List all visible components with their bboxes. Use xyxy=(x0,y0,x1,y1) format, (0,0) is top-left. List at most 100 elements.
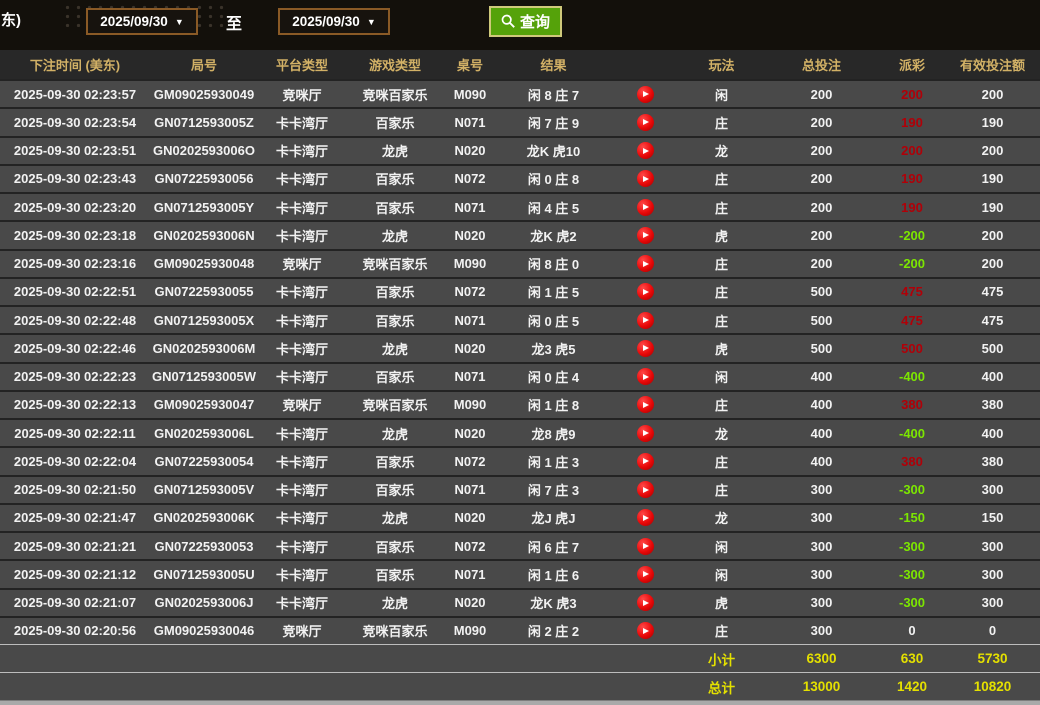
query-button[interactable]: 查询 xyxy=(489,6,562,37)
play-icon xyxy=(643,345,649,351)
play-icon xyxy=(643,232,649,238)
replay-cell xyxy=(611,340,679,357)
table-no-cell: N072 xyxy=(444,284,496,299)
replay-play-button[interactable] xyxy=(637,368,654,385)
table-row: 2025-09-30 02:23:57 GM09025930049 竞咪厅 竞咪… xyxy=(0,79,1040,107)
bottom-scroll-strip[interactable] xyxy=(0,700,1040,705)
play-type-cell: 虎 xyxy=(679,339,764,358)
table-row: 2025-09-30 02:22:11 GN0202593006L 卡卡湾厅 龙… xyxy=(0,418,1040,446)
bet-time-cell: 2025-09-30 02:22:11 xyxy=(0,426,150,441)
replay-play-button[interactable] xyxy=(637,114,654,131)
table-row: 2025-09-30 02:21:47 GN0202593006K 卡卡湾厅 龙… xyxy=(0,503,1040,531)
platform-cell: 卡卡湾厅 xyxy=(258,113,346,132)
query-toolbar: 东) 2025/09/30 ▼ 至 2025/09/30 ▼ 查询 xyxy=(0,0,1040,50)
table-row: 2025-09-30 02:22:04 GN07225930054 卡卡湾厅 百… xyxy=(0,446,1040,474)
replay-play-button[interactable] xyxy=(637,199,654,216)
replay-play-button[interactable] xyxy=(637,622,654,639)
table-no-cell: N071 xyxy=(444,313,496,328)
table-no-cell: N071 xyxy=(444,567,496,582)
replay-play-button[interactable] xyxy=(637,566,654,583)
date-from-value: 2025/09/30 xyxy=(100,14,168,29)
replay-play-button[interactable] xyxy=(637,170,654,187)
table-no-cell: N072 xyxy=(444,539,496,554)
subtotal-label: 小计 xyxy=(679,649,764,669)
round-id-cell: GM09025930049 xyxy=(150,87,258,102)
play-type-cell: 闲 xyxy=(679,565,764,584)
replay-cell xyxy=(611,509,679,526)
total-bet-cell: 400 xyxy=(764,426,879,441)
total-bet-cell: 200 xyxy=(764,87,879,102)
game-type-cell: 百家乐 xyxy=(346,480,444,499)
bet-time-cell: 2025-09-30 02:21:07 xyxy=(0,595,150,610)
replay-play-button[interactable] xyxy=(637,396,654,413)
table-no-cell: M090 xyxy=(444,87,496,102)
result-cell: 闲 1 庄 8 xyxy=(496,395,611,414)
table-no-cell: N072 xyxy=(444,171,496,186)
valid-bet-cell: 200 xyxy=(945,228,1040,243)
round-id-cell: GN0712593005U xyxy=(150,567,258,582)
payout-cell: -300 xyxy=(879,567,945,582)
round-id-cell: GN0202593006M xyxy=(150,341,258,356)
platform-cell: 卡卡湾厅 xyxy=(258,198,346,217)
table-no-cell: N071 xyxy=(444,482,496,497)
bet-time-cell: 2025-09-30 02:22:13 xyxy=(0,397,150,412)
payout-cell: 190 xyxy=(879,171,945,186)
result-cell: 龙K 虎2 xyxy=(496,226,611,245)
valid-bet-cell: 300 xyxy=(945,567,1040,582)
valid-bet-cell: 400 xyxy=(945,426,1040,441)
replay-play-button[interactable] xyxy=(637,453,654,470)
replay-play-button[interactable] xyxy=(637,86,654,103)
play-type-cell: 庄 xyxy=(679,311,764,330)
result-cell: 闲 4 庄 5 xyxy=(496,198,611,217)
result-cell: 闲 6 庄 7 xyxy=(496,537,611,556)
payout-cell: -400 xyxy=(879,426,945,441)
valid-bet-cell: 300 xyxy=(945,595,1040,610)
bet-time-cell: 2025-09-30 02:23:43 xyxy=(0,171,150,186)
valid-bet-cell: 475 xyxy=(945,284,1040,299)
replay-play-button[interactable] xyxy=(637,425,654,442)
replay-play-button[interactable] xyxy=(637,255,654,272)
table-no-cell: N020 xyxy=(444,595,496,610)
table-body: 2025-09-30 02:23:57 GM09025930049 竞咪厅 竞咪… xyxy=(0,79,1040,644)
date-to-select[interactable]: 2025/09/30 ▼ xyxy=(278,8,390,35)
replay-play-button[interactable] xyxy=(637,312,654,329)
replay-play-button[interactable] xyxy=(637,283,654,300)
replay-play-button[interactable] xyxy=(637,594,654,611)
play-icon xyxy=(643,374,649,380)
replay-play-button[interactable] xyxy=(637,227,654,244)
total-bet-cell: 200 xyxy=(764,171,879,186)
date-from-select[interactable]: 2025/09/30 ▼ xyxy=(86,8,198,35)
replay-cell xyxy=(611,622,679,639)
replay-cell xyxy=(611,453,679,470)
play-icon xyxy=(643,176,649,182)
result-cell: 闲 7 庄 3 xyxy=(496,480,611,499)
play-icon xyxy=(643,402,649,408)
replay-play-button[interactable] xyxy=(637,481,654,498)
play-type-cell: 闲 xyxy=(679,367,764,386)
bet-time-cell: 2025-09-30 02:21:47 xyxy=(0,510,150,525)
replay-play-button[interactable] xyxy=(637,509,654,526)
total-valid-bet: 10820 xyxy=(945,679,1040,694)
game-type-cell: 竞咪百家乐 xyxy=(346,85,444,104)
round-id-cell: GN0712593005X xyxy=(150,313,258,328)
game-type-cell: 龙虎 xyxy=(346,141,444,160)
round-id-cell: GN0712593005V xyxy=(150,482,258,497)
play-icon xyxy=(643,119,649,125)
play-type-cell: 闲 xyxy=(679,537,764,556)
replay-play-button[interactable] xyxy=(637,340,654,357)
total-bet-cell: 300 xyxy=(764,595,879,610)
replay-play-button[interactable] xyxy=(637,142,654,159)
result-cell: 闲 8 庄 0 xyxy=(496,254,611,273)
play-icon xyxy=(643,91,649,97)
table-header-row: 下注时间 (美东) 局号 平台类型 游戏类型 桌号 结果 玩法 总投注 派彩 有… xyxy=(0,50,1040,79)
play-icon xyxy=(643,204,649,210)
replay-cell xyxy=(611,481,679,498)
replay-play-button[interactable] xyxy=(637,538,654,555)
table-no-cell: N020 xyxy=(444,426,496,441)
platform-cell: 卡卡湾厅 xyxy=(258,452,346,471)
platform-cell: 卡卡湾厅 xyxy=(258,367,346,386)
replay-cell xyxy=(611,170,679,187)
table-row: 2025-09-30 02:22:51 GN07225930055 卡卡湾厅 百… xyxy=(0,277,1040,305)
play-icon xyxy=(643,289,649,295)
bet-time-cell: 2025-09-30 02:22:23 xyxy=(0,369,150,384)
